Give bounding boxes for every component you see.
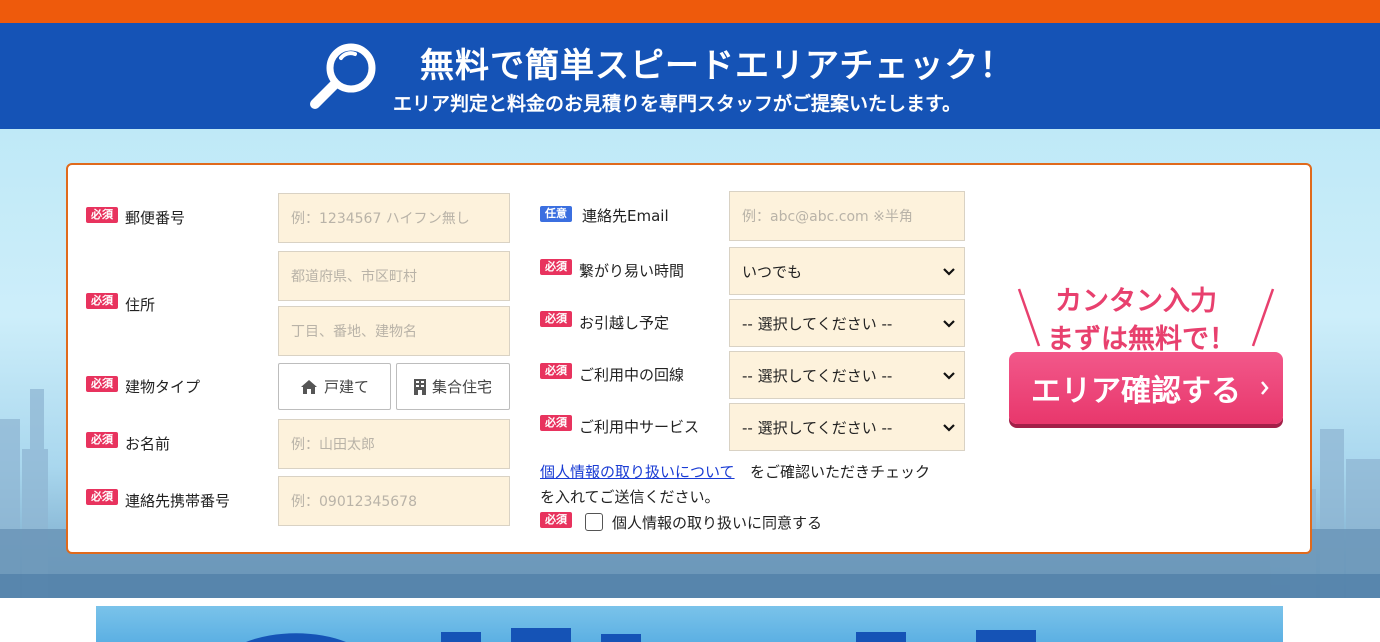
required-badge: 必須 [540, 415, 572, 431]
promo-line1: カンタン入力 [1055, 286, 1217, 317]
privacy-agree-label: 個人情報の取り扱いに同意する [612, 514, 823, 532]
contact-time-label: 繋がり易い時間 [579, 262, 685, 280]
email-label: 連絡先Email [582, 207, 669, 225]
optional-badge: 任意 [540, 206, 572, 222]
required-badge: 必須 [540, 259, 572, 275]
house-icon [300, 379, 317, 394]
building-house-button[interactable]: 戸建て [278, 363, 391, 410]
name-label: お名前 [125, 435, 171, 453]
top-accent-bar [0, 0, 1380, 23]
address-street-input[interactable]: 丁目、番地、建物名 [278, 306, 510, 356]
area-check-button[interactable]: エリア確認する [1009, 352, 1283, 424]
chevron-down-icon [943, 320, 955, 328]
line-label: ご利用中の回線 [579, 366, 685, 384]
line-select[interactable]: -- 選択してください -- [729, 351, 965, 399]
chevron-down-icon [943, 424, 955, 432]
building-apartment-label: 集合住宅 [431, 378, 492, 396]
privacy-note-line2: を入れてご送信ください。 [540, 488, 720, 506]
email-input[interactable]: 例：abc@abc.com ※半角 [729, 191, 965, 241]
privacy-note-line1: をご確認いただきチェック [750, 463, 931, 481]
building-house-label: 戸建て [323, 378, 369, 396]
line-value: -- 選択してください -- [742, 366, 893, 385]
required-badge: 必須 [86, 376, 118, 392]
promo-line2: まずは無料で！ [1047, 324, 1236, 355]
contact-time-select[interactable]: いつでも [729, 247, 965, 295]
chevron-down-icon [943, 372, 955, 380]
address-city-input[interactable]: 都道府県、市区町村 [278, 251, 510, 301]
postal-input[interactable]: 例：1234567 ハイフン無し [278, 193, 510, 243]
required-badge: 必須 [86, 293, 118, 309]
building-icon [413, 378, 426, 395]
building-type-label: 建物タイプ [125, 378, 201, 396]
required-badge: 必須 [540, 363, 572, 379]
next-section-art [246, 628, 1036, 642]
chevron-right-icon [1261, 381, 1269, 395]
name-input[interactable]: 例：山田太郎 [278, 419, 510, 469]
moving-value: -- 選択してください -- [742, 314, 893, 333]
next-section-banner [96, 606, 1283, 642]
privacy-agree-checkbox[interactable] [585, 513, 603, 531]
chevron-down-icon [943, 268, 955, 276]
service-value: -- 選択してください -- [742, 418, 893, 437]
service-select[interactable]: -- 選択してください -- [729, 403, 965, 451]
postal-label: 郵便番号 [125, 209, 186, 227]
phone-label: 連絡先携帯番号 [125, 492, 231, 510]
phone-input[interactable]: 例：09012345678 [278, 476, 510, 526]
contact-time-value: いつでも [742, 262, 803, 281]
required-badge: 必須 [86, 432, 118, 448]
required-badge: 必須 [540, 512, 572, 528]
required-badge: 必須 [86, 489, 118, 505]
moving-select[interactable]: -- 選択してください -- [729, 299, 965, 347]
magnifier-icon [310, 43, 376, 109]
privacy-policy-link[interactable]: 個人情報の取り扱いについて [540, 461, 735, 482]
required-badge: 必須 [86, 207, 118, 223]
area-check-button-label: エリア確認する [1031, 374, 1241, 409]
building-apartment-button[interactable]: 集合住宅 [396, 363, 510, 410]
address-label: 住所 [125, 296, 156, 314]
header-subtitle: エリア判定と料金のお見積りを専門スタッフがご提案いたします。 [393, 93, 962, 115]
required-badge: 必須 [540, 311, 572, 327]
moving-label: お引越し予定 [579, 314, 670, 332]
header-title: 無料で簡単スピードエリアチェック！ [420, 46, 1015, 86]
service-label: ご利用中サービス [579, 418, 700, 436]
